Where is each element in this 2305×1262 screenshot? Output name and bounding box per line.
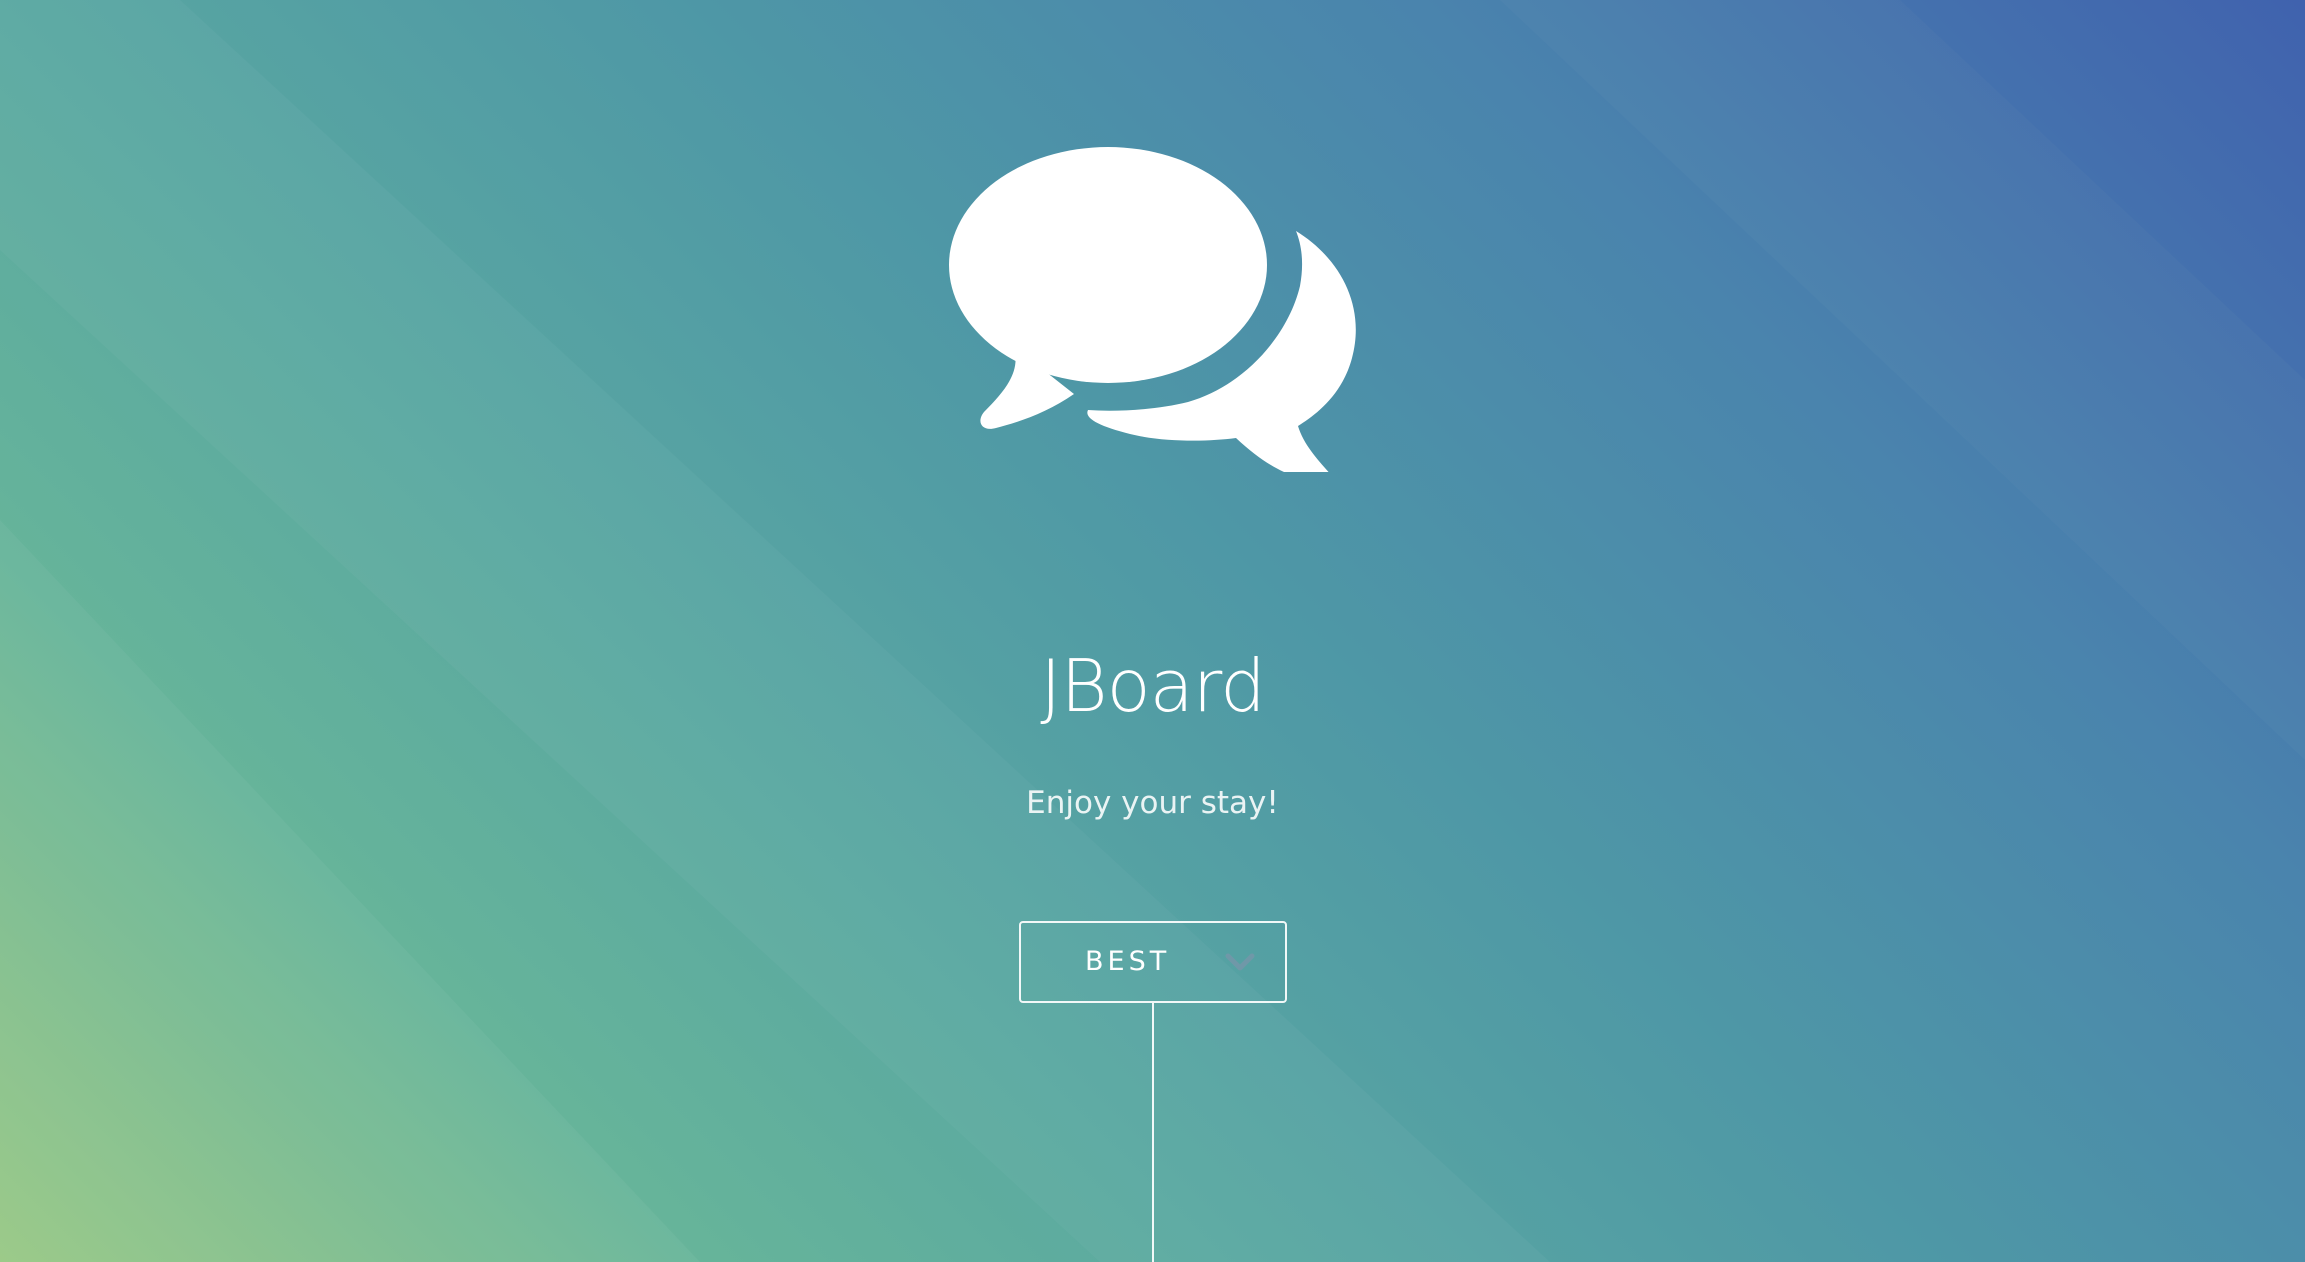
chat-bubbles-icon: [949, 147, 1356, 472]
page-title: JBoard: [1040, 644, 1266, 728]
page-subtitle: Enjoy your stay!: [1026, 785, 1279, 821]
sort-dropdown[interactable]: BEST: [1019, 921, 1287, 1003]
sort-dropdown-value: BEST: [1085, 946, 1171, 977]
hero-section: JBoard Enjoy your stay! BEST: [0, 0, 2305, 1262]
chevron-down-icon: [1225, 953, 1255, 971]
connector-line: [1152, 1003, 1154, 1262]
